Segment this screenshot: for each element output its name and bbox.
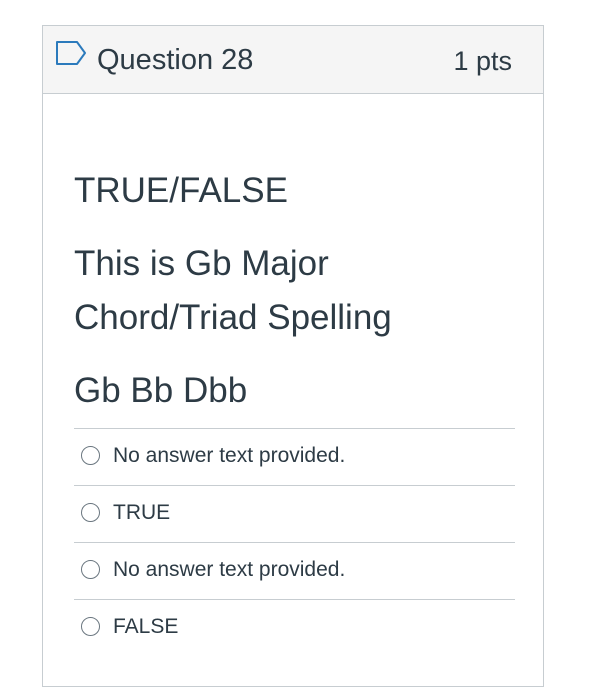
- answer-option[interactable]: No answer text provided.: [74, 542, 515, 599]
- question-type-label: TRUE/FALSE: [74, 171, 288, 210]
- question-points: 1 pts: [453, 46, 512, 76]
- answer-label[interactable]: No answer text provided.: [113, 557, 345, 583]
- answer-option-false[interactable]: FALSE: [74, 599, 515, 656]
- radio-button[interactable]: [81, 446, 100, 465]
- question-card: Question 28 1 pts TRUE/FALSE This is Gb …: [42, 25, 544, 687]
- question-header: Question 28 1 pts: [43, 26, 543, 94]
- radio-button[interactable]: [81, 503, 100, 522]
- answer-label[interactable]: TRUE: [113, 500, 170, 526]
- answer-list: No answer text provided. TRUE No answer …: [74, 428, 515, 656]
- answer-option-true[interactable]: TRUE: [74, 485, 515, 542]
- question-title: Question 28: [97, 44, 254, 76]
- radio-button[interactable]: [81, 617, 100, 636]
- question-chord-spelling: Gb Bb Dbb: [74, 371, 248, 410]
- radio-button[interactable]: [81, 560, 100, 579]
- answer-label[interactable]: No answer text provided.: [113, 443, 345, 469]
- question-prompt-line-2: Chord/Triad Spelling: [74, 298, 392, 337]
- answer-label[interactable]: FALSE: [113, 614, 178, 640]
- question-prompt-line-1: This is Gb Major: [74, 244, 329, 283]
- answer-option[interactable]: No answer text provided.: [74, 428, 515, 485]
- flag-question-icon[interactable]: [55, 40, 87, 66]
